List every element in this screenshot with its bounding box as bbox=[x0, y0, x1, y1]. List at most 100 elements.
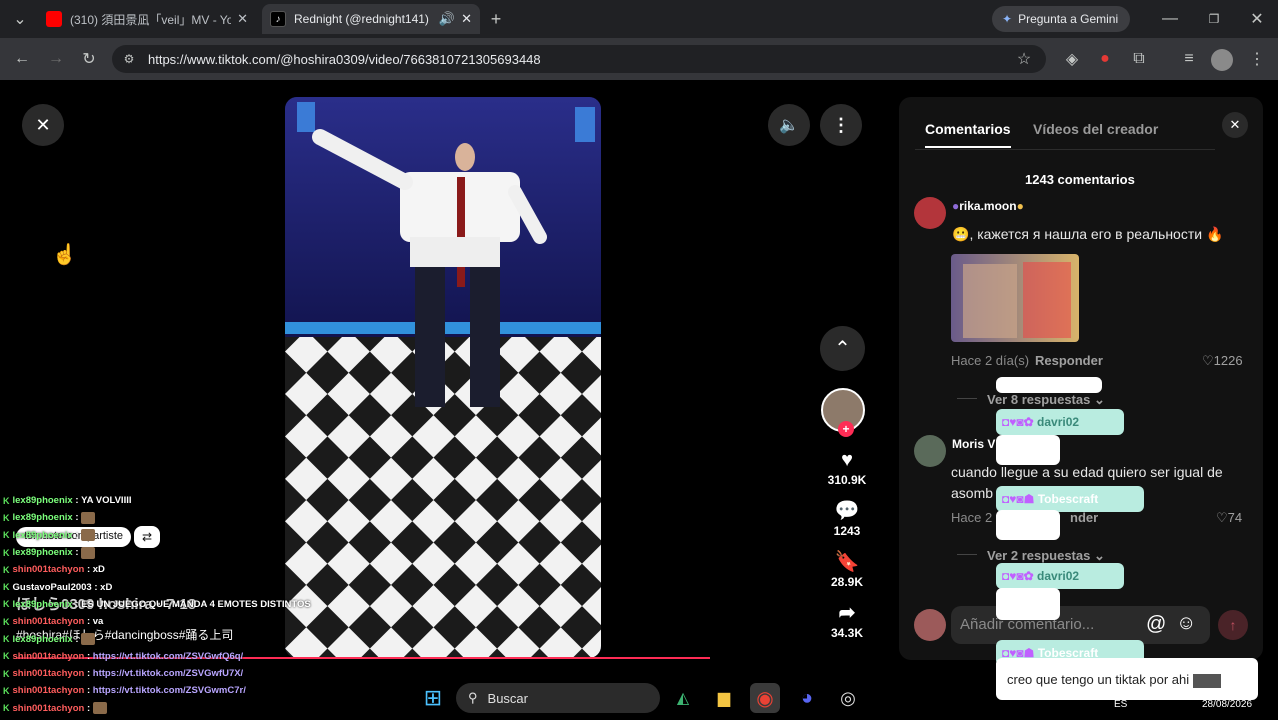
chat-badge-icon: K bbox=[3, 530, 10, 541]
profile-avatar[interactable] bbox=[1211, 49, 1233, 71]
video-player[interactable] bbox=[285, 97, 601, 658]
view-replies-button[interactable]: Ver 2 respuestas ⌄ bbox=[987, 548, 1105, 564]
reload-icon[interactable]: ↻ bbox=[77, 47, 101, 71]
close-panel-button[interactable]: ✕ bbox=[1222, 112, 1248, 138]
comment-username[interactable]: ●rika.moon● bbox=[952, 199, 1024, 213]
back-icon[interactable]: ← bbox=[10, 47, 34, 71]
chat-badge-icon: K bbox=[3, 651, 10, 662]
menu-icon[interactable]: ⋮ bbox=[1245, 47, 1269, 71]
file-explorer-icon[interactable]: ▆ bbox=[709, 683, 739, 713]
chat-message: Klex89phoenix : bbox=[0, 544, 320, 561]
bookmark-star-icon[interactable]: ☆ bbox=[1012, 47, 1036, 71]
view-replies-button[interactable]: Ver 8 respuestas ⌄ bbox=[987, 392, 1105, 408]
close-tab-icon[interactable]: ✕ bbox=[461, 11, 472, 27]
new-tab-icon[interactable]: + bbox=[484, 7, 508, 31]
media-control-icon[interactable]: ≡ bbox=[1177, 47, 1201, 71]
mention-icon[interactable]: @ bbox=[1146, 613, 1166, 636]
emoji-icon[interactable]: ☺ bbox=[1176, 612, 1196, 635]
chat-username: lex89phoenix bbox=[12, 598, 73, 610]
maximize-icon[interactable]: ❐ bbox=[1202, 7, 1226, 31]
comment-like-button[interactable]: ♡74 bbox=[1216, 510, 1242, 526]
chat-username: shin001tachyon bbox=[12, 650, 85, 662]
forward-icon[interactable]: → bbox=[44, 47, 68, 71]
chat-badge-icon: K bbox=[3, 634, 10, 645]
chat-message: Klex89phoenix : ES UN JUEGO QUE MANDA 4 … bbox=[0, 596, 320, 613]
overlay-emote-card bbox=[996, 510, 1060, 540]
steam-icon[interactable]: ◎ bbox=[833, 683, 863, 713]
comment-username[interactable]: Moris V bbox=[952, 437, 995, 451]
chevron-down-icon: ⌄ bbox=[1093, 548, 1105, 563]
speaker-icon[interactable]: 🔊 bbox=[439, 11, 455, 27]
mute-button[interactable]: 🔈 bbox=[768, 104, 810, 146]
windows-start-icon[interactable]: ⊞ bbox=[418, 683, 448, 713]
language-indicator[interactable]: ES bbox=[1114, 699, 1127, 710]
heart-outline-icon: ♡ bbox=[1216, 510, 1228, 525]
close-video-button[interactable]: ✕ bbox=[22, 104, 64, 146]
comment-avatar[interactable] bbox=[914, 435, 946, 467]
tab-creator-videos[interactable]: Vídeos del creador bbox=[1033, 121, 1158, 137]
previous-video-button[interactable]: ⌃ bbox=[820, 326, 865, 371]
comment-like-button[interactable]: ♡1226 bbox=[1202, 353, 1243, 369]
taskbar-app-icon[interactable]: ◭ bbox=[668, 683, 698, 713]
search-icon: ⚲ bbox=[468, 690, 478, 705]
like-button[interactable]: ♥ 310.9K bbox=[817, 447, 877, 487]
mouse-cursor-icon: ☝ bbox=[52, 244, 77, 266]
record-extension-icon[interactable]: ● bbox=[1093, 47, 1117, 71]
comment-time: Hace 2 día(s) bbox=[951, 353, 1030, 368]
share-button[interactable]: ➦ 34.3K bbox=[817, 600, 877, 640]
tab-youtube[interactable]: (310) 須田景凪「veil」MV - YouTub ✕ bbox=[38, 4, 256, 34]
comment-avatar[interactable] bbox=[914, 197, 946, 229]
site-info-icon[interactable]: ⚙ bbox=[117, 47, 141, 71]
chat-separator: : bbox=[84, 616, 93, 628]
tab-search-icon[interactable]: ⌄ bbox=[8, 7, 32, 31]
chat-message: Klex89phoenix : bbox=[0, 509, 320, 526]
chat-badge-icon: K bbox=[3, 547, 10, 558]
gemini-icon: ✦ bbox=[1002, 12, 1013, 26]
close-tab-icon[interactable]: ✕ bbox=[237, 11, 248, 27]
save-button[interactable]: 🔖 28.9K bbox=[817, 549, 877, 589]
chat-text: xD bbox=[92, 564, 105, 576]
chevron-down-icon: ⌄ bbox=[1093, 392, 1105, 407]
reply-button[interactable]: Responder bbox=[1035, 353, 1103, 368]
chat-emote-icon bbox=[81, 633, 96, 646]
minimize-icon[interactable]: — bbox=[1158, 7, 1182, 31]
discord-icon[interactable]: ◕ bbox=[792, 683, 822, 713]
comment-time: Hace 2 bbox=[951, 510, 993, 525]
chat-username: shin001tachyon bbox=[12, 616, 85, 628]
my-avatar bbox=[914, 609, 946, 641]
chat-username: shin001tachyon bbox=[12, 564, 85, 576]
reply-button[interactable]: nder bbox=[1070, 510, 1098, 525]
tab-tiktok[interactable]: ♪ Rednight (@rednight141) | 🔊 ✕ bbox=[262, 4, 480, 34]
comment-image[interactable] bbox=[951, 254, 1079, 342]
chat-separator: : bbox=[72, 529, 82, 541]
address-bar[interactable]: https://www.tiktok.com/@hoshira0309/vide… bbox=[112, 45, 1046, 73]
taskbar-date[interactable]: 28/08/2026 bbox=[1202, 699, 1252, 710]
follow-plus-icon[interactable]: + bbox=[838, 421, 854, 437]
chat-text: xD bbox=[100, 581, 113, 593]
more-options-button[interactable]: ⋮ bbox=[820, 104, 862, 146]
tab-divider bbox=[915, 149, 1215, 150]
overlay-emote-bubble: ◘♥◙✿ davri02 bbox=[996, 409, 1124, 435]
comment-input[interactable]: Añadir comentario... bbox=[951, 606, 1210, 644]
overlay-emote-bubble: ◘♥◙✿ davri02 bbox=[996, 563, 1124, 589]
chat-message: Klex89phoenix : YA VOLVIIII bbox=[0, 492, 320, 509]
tab-comentarios[interactable]: Comentarios bbox=[925, 121, 1011, 137]
chat-separator: : bbox=[72, 633, 82, 645]
grimace-emoji-icon: 😬 bbox=[952, 226, 970, 242]
gemini-button[interactable]: ✦ Pregunta a Gemini bbox=[992, 6, 1130, 32]
comment-count: 1243 comentarios bbox=[1025, 172, 1135, 187]
bookmark-icon: 🔖 bbox=[834, 551, 860, 573]
chat-badge-icon: K bbox=[3, 495, 10, 506]
close-window-icon[interactable]: ✕ bbox=[1245, 7, 1269, 31]
heart-outline-icon: ♡ bbox=[1202, 353, 1214, 368]
overlay-emote-bubble: ◘♥◙☗ Tobescraft bbox=[996, 486, 1144, 512]
chat-message: Kshin001tachyon : va bbox=[0, 613, 320, 630]
puzzle-icon[interactable]: ⧉ bbox=[1127, 47, 1151, 71]
send-button[interactable]: ↑ bbox=[1218, 610, 1248, 640]
chat-separator: : bbox=[72, 547, 82, 559]
chat-badge-icon: K bbox=[3, 616, 10, 627]
chrome-icon[interactable]: ◉ bbox=[750, 683, 780, 713]
comment-button[interactable]: 💬 1243 bbox=[817, 498, 877, 538]
extension-icon[interactable]: ◈ bbox=[1060, 47, 1084, 71]
taskbar-search[interactable]: ⚲ Buscar bbox=[456, 683, 660, 713]
